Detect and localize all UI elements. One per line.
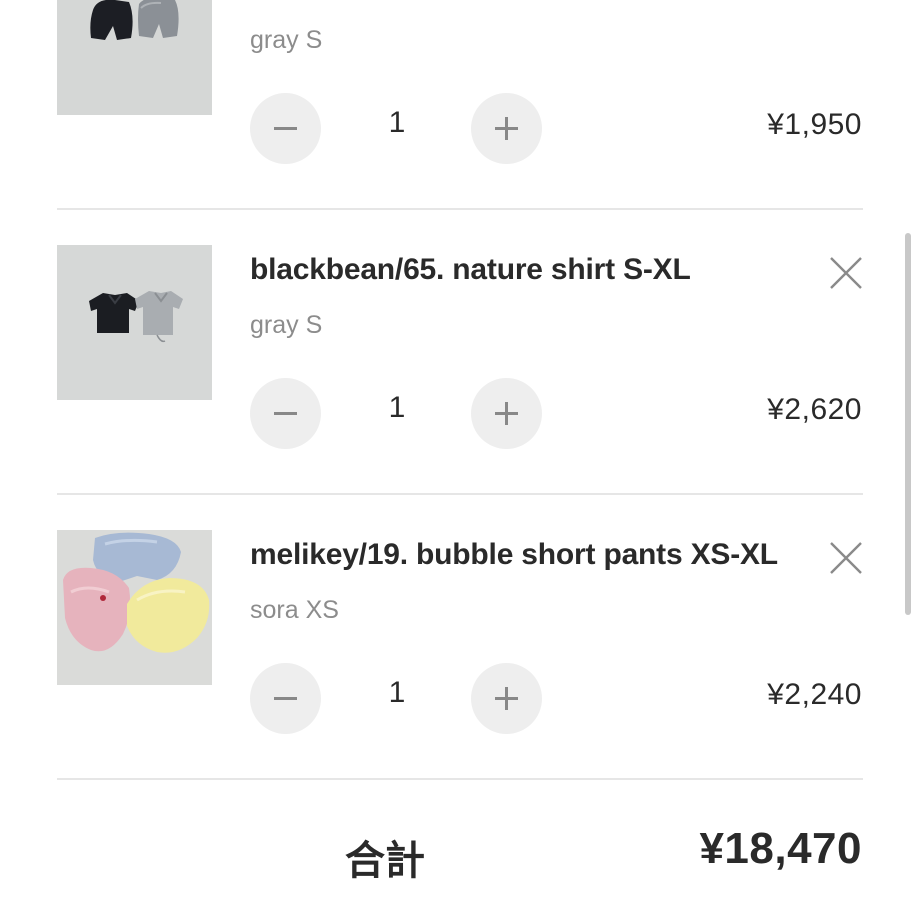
decrement-button[interactable]	[250, 663, 321, 734]
minus-icon	[274, 697, 297, 700]
cart-item: blackbean/65. nature shirt S-XL gray S 1…	[0, 245, 920, 530]
divider	[57, 778, 863, 780]
remove-item-button[interactable]	[826, 538, 866, 578]
cart-screen: gray S 1 ¥1,950 blackbean/65. nature shi…	[0, 0, 920, 920]
increment-button[interactable]	[471, 378, 542, 449]
item-variant: gray S	[250, 26, 323, 54]
shirt-product-photo	[57, 245, 212, 400]
item-name[interactable]: melikey/19. bubble short pants XS-XL	[250, 538, 778, 572]
bubble-pants-product-photo	[57, 530, 212, 685]
quantity-value: 1	[388, 676, 406, 709]
shorts-product-photo	[57, 0, 212, 115]
decrement-button[interactable]	[250, 93, 321, 164]
cart-total-row: 合計 ¥18,470	[0, 820, 920, 890]
plus-icon	[495, 402, 518, 425]
increment-button[interactable]	[471, 93, 542, 164]
quantity-value: 1	[388, 391, 406, 424]
item-price: ¥2,620	[767, 393, 862, 426]
minus-icon	[274, 127, 297, 130]
minus-icon	[274, 412, 297, 415]
divider	[57, 493, 863, 495]
item-variant: gray S	[250, 311, 323, 339]
product-image[interactable]	[57, 0, 212, 115]
decrement-button[interactable]	[250, 378, 321, 449]
product-image[interactable]	[57, 245, 212, 400]
item-price: ¥2,240	[767, 678, 862, 711]
product-image[interactable]	[57, 530, 212, 685]
item-name[interactable]: blackbean/65. nature shirt S-XL	[250, 253, 691, 287]
quantity-value: 1	[388, 106, 406, 139]
plus-icon	[495, 117, 518, 140]
total-amount: ¥18,470	[699, 824, 862, 873]
plus-icon	[495, 687, 518, 710]
divider	[57, 208, 863, 210]
cart-item: melikey/19. bubble short pants XS-XL sor…	[0, 530, 920, 815]
scrollbar[interactable]	[905, 233, 911, 615]
item-price: ¥1,950	[767, 108, 862, 141]
item-variant: sora XS	[250, 596, 339, 624]
close-icon	[830, 257, 862, 289]
remove-item-button[interactable]	[826, 253, 866, 293]
increment-button[interactable]	[471, 663, 542, 734]
close-icon	[830, 542, 862, 574]
total-label: 合計	[345, 838, 425, 884]
